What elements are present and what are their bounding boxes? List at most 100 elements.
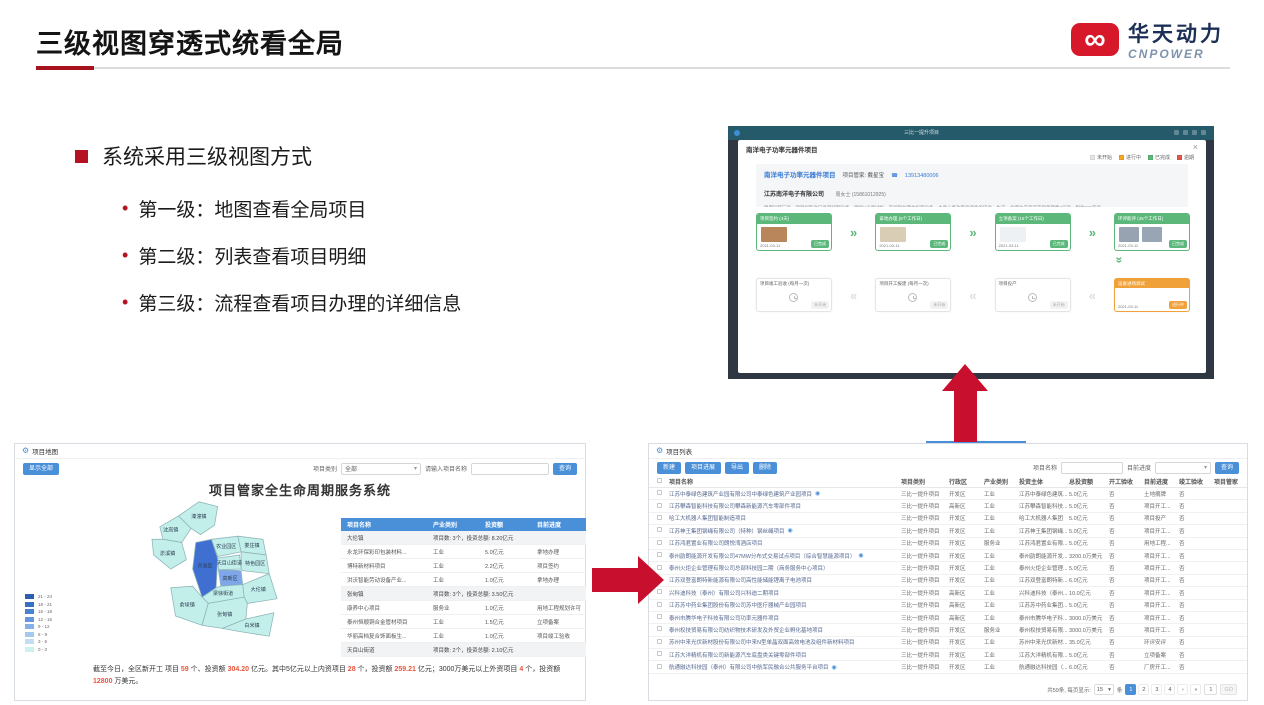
table-row[interactable]: 张甸镇 项目数: 3个，投资总额: 3.50亿元 xyxy=(341,587,586,601)
stage-title: 立项备案 (15个工作日) xyxy=(996,214,1070,224)
action-button[interactable]: 项目进展 xyxy=(685,462,721,474)
table-row[interactable]: 泰州权技贸易有限公司纺织物技术研发及外贸企业孵化基地项目 ◉ 三比一提升项目 开… xyxy=(649,624,1247,636)
sub-bullet: • 第二级：列表查看项目明细 xyxy=(122,232,461,279)
progress-select[interactable]: ▾ xyxy=(1155,462,1211,474)
action-button[interactable]: 新建 xyxy=(657,462,681,474)
table-row[interactable]: 康养中心项目 服务业 1.0亿元 用地工程规划许可 xyxy=(341,601,586,615)
table-row[interactable]: 泰州恒顺铜合金管材项目 工业 1.5亿元 立项备案 xyxy=(341,615,586,629)
district-map[interactable]: 沈高镇 溱潼镇 淤溪镇 开发区 农业园区 娄庄镇 天目山街道 特色园区 高新区 … xyxy=(115,494,325,662)
page-button[interactable]: 3 xyxy=(1151,684,1162,695)
table-row[interactable] xyxy=(341,657,586,661)
project-name-link[interactable]: 南洋电子功率元器件项目 xyxy=(764,169,836,179)
dot-bullet-icon: • xyxy=(122,198,128,219)
stage-wrap: 设备进场调试 2021-03-11 进行中 « xyxy=(1114,278,1190,312)
title-underline xyxy=(94,67,1230,69)
row-checkbox[interactable] xyxy=(657,540,662,545)
project-name-input[interactable] xyxy=(471,463,549,475)
legend-item: 18 - 21 xyxy=(25,602,52,607)
project-name: 泰州权技贸易有限公司纺织物技术研发及外贸企业孵化基地项目 xyxy=(669,626,823,634)
legend-range: 3 - 6 xyxy=(38,639,47,644)
table-row[interactable]: 洪沃智能劳动设备产业... 工业 1.0亿元 拿地办理 xyxy=(341,573,586,587)
page-button[interactable]: 2 xyxy=(1138,684,1149,695)
table-row[interactable]: 泰州火炬企业管理有限公司总部科技园二期（商务服务中心项目） ◉ 三比一提升项目 … xyxy=(649,562,1247,574)
summary-segment: 28 xyxy=(348,666,356,673)
row-checkbox[interactable] xyxy=(657,614,662,619)
stage-photo xyxy=(880,227,906,242)
table-row[interactable]: 江苏大洋精机有限公司新能源汽车底盘类关键零部件项目 ◉ 三比一提升项目 开发区 … xyxy=(649,649,1247,661)
page-button[interactable]: › xyxy=(1177,684,1188,695)
row-checkbox[interactable] xyxy=(657,490,662,495)
table-row[interactable]: 江苏神王集团钢绳有限公司（特种）钢丝绳项目 ◉ 三比一提升项目 开发区 工业 江… xyxy=(649,525,1247,537)
row-checkbox[interactable] xyxy=(657,527,662,532)
table-row[interactable]: 江苏苏中药业集团股份有限公司苏中医疗器械产业园项目 ◉ 三比一提升项目 高新区 … xyxy=(649,600,1247,612)
bullet-main-text: 系统采用三级视图方式 xyxy=(102,141,312,171)
table-row[interactable]: 哈工大机器人集团智能制造项目 ◉ 三比一提升项目 开发区 工业 哈工大机器人集团… xyxy=(649,513,1247,525)
search-button[interactable]: 查询 xyxy=(1215,462,1239,474)
stage-card[interactable]: 项目开工报建 (每月一次) 未开始 xyxy=(875,278,951,312)
row-checkbox[interactable] xyxy=(657,651,662,656)
table-row[interactable]: 泰州市腾华电子科技有限公司功率元器件项目 ◉ 三比一提升项目 高新区 工业 泰州… xyxy=(649,612,1247,624)
eye-icon[interactable]: ◉ xyxy=(858,552,863,559)
eye-icon[interactable]: ◉ xyxy=(815,490,820,497)
row-checkbox[interactable] xyxy=(657,515,662,520)
table-row[interactable]: 苏州中来光伏新材股份有限公司中来N型单晶双面高效电池及组件新材料项目 ◉ 三比一… xyxy=(649,637,1247,649)
logo-infinity-icon: ∞ xyxy=(1071,23,1119,56)
table-row[interactable]: 航通融达科技园（泰州）有限公司中航军民融合公共服务平台项目 ◉ 三比一提升项目 … xyxy=(649,661,1247,673)
table-row[interactable]: 泰州韵朗能源开发有限公司47MW分布式交易试点项目（综合智慧能源项目） ◉ 三比… xyxy=(649,550,1247,562)
table-row[interactable]: 华丽高档复合饰面板生... 工业 1.0亿元 项目竣工验收 xyxy=(341,629,586,643)
table-row[interactable]: 江苏中泰绿色建筑产业园有限公司中泰绿色建筑产业园项目 ◉ 三比一提升项目 开发区… xyxy=(649,488,1247,500)
stage-card[interactable]: 拿地办理 (6个工作日) 2021-03-11 已完成 xyxy=(875,213,951,251)
table-row[interactable]: 江苏攀森智能科技有限公司攀森新能源汽车零部件项目 ◉ 三比一提升项目 高新区 工… xyxy=(649,500,1247,512)
go-button[interactable]: GO xyxy=(1220,684,1237,695)
stage-card[interactable]: 项目签约 (4天) 2021-03-11 已完成 xyxy=(756,213,832,251)
table-row[interactable]: 大伦镇 项目数: 3个，投资总额: 8.20亿元 xyxy=(341,531,586,545)
arrow-right-icon xyxy=(638,556,664,604)
eye-icon[interactable]: ◉ xyxy=(832,664,837,671)
chevron-right-icon: » xyxy=(951,226,994,239)
legend-range: 18 - 21 xyxy=(38,602,52,607)
table-row[interactable]: 江苏鸿君置业有限公司朗悦湾酒店项目 ◉ 三比一提升项目 开发区 服务业 江苏鸿君… xyxy=(649,538,1247,550)
page-button[interactable]: 1 xyxy=(1125,684,1136,695)
eye-icon[interactable]: ◉ xyxy=(788,527,793,534)
action-button[interactable]: 导出 xyxy=(725,462,749,474)
row-checkbox[interactable] xyxy=(657,626,662,631)
page-size-select[interactable]: 15 ▾ xyxy=(1094,684,1114,695)
total-count: 共59条, 每页显示: xyxy=(1047,686,1091,694)
page-jump-input[interactable]: 1 xyxy=(1204,684,1217,695)
stage-card[interactable]: 项目投产 未开始 xyxy=(995,278,1071,312)
stage-card[interactable]: 环评能评 (45个工作日) 2021-03-11 已完成 xyxy=(1114,213,1190,251)
chevron-down-icon: ▾ xyxy=(414,465,417,472)
stage-card[interactable]: 项目竣工验收 (每月一次) 未开始 xyxy=(756,278,832,312)
table-row[interactable]: 江苏双登富朗特新能源有限公司高性能储能锂离子电池项目 ◉ 三比一提升项目 开发区… xyxy=(649,575,1247,587)
map-panel-header: ⚙ 项目地图 xyxy=(15,444,585,459)
table-row[interactable]: 兴科迪科技（泰州）有限公司兴科迪二期项目 ◉ 三比一提升项目 高新区 工业 兴科… xyxy=(649,587,1247,599)
window-topbar-icons xyxy=(1174,130,1206,135)
sub-bullet: • 第三级：流程查看项目办理的详细信息 xyxy=(122,279,461,326)
summary-segment: 个、投资额 xyxy=(189,666,228,673)
type-filter-select[interactable]: 全部 ▾ xyxy=(341,463,421,475)
page-size-unit: 条 xyxy=(1117,686,1123,694)
gear-icon: ⚙ xyxy=(22,447,29,455)
summary-segment: 亿元；3000万美元以上外资项目 xyxy=(416,666,519,673)
table-row[interactable]: 博特新材料项目 工业 2.2亿元 项目签约 xyxy=(341,559,586,573)
row-checkbox[interactable] xyxy=(657,664,662,669)
type-filter-label: 项目类别 xyxy=(313,464,337,473)
action-button[interactable]: 删除 xyxy=(753,462,777,474)
select-all-checkbox[interactable] xyxy=(657,478,662,483)
legend-label: 未开始 xyxy=(1097,154,1112,161)
stage-card[interactable]: 设备进场调试 2021-03-11 进行中 xyxy=(1114,278,1190,312)
table-row[interactable]: 天目山街道 项目数: 2个，投资总额: 2.10亿元 xyxy=(341,643,586,657)
row-checkbox[interactable] xyxy=(657,639,662,644)
row-checkbox[interactable] xyxy=(657,503,662,508)
search-button[interactable]: 查询 xyxy=(553,463,577,475)
project-name-input[interactable] xyxy=(1061,462,1123,474)
show-all-button[interactable]: 显示全部 xyxy=(23,463,59,475)
table-row[interactable]: 永龙环保彩印包装材料... 工业 5.0亿元 拿地办理 xyxy=(341,545,586,559)
stage-card[interactable]: 立项备案 (15个工作日) 2021-03-11 已完成 xyxy=(995,213,1071,251)
legend-label: 进行中 xyxy=(1126,154,1141,161)
page-button[interactable]: 4 xyxy=(1164,684,1175,695)
page-button[interactable]: » xyxy=(1190,684,1201,695)
stage-photo xyxy=(1119,227,1139,242)
close-icon[interactable]: × xyxy=(1193,142,1198,152)
stage-status-badge: 已完成 xyxy=(930,240,948,248)
